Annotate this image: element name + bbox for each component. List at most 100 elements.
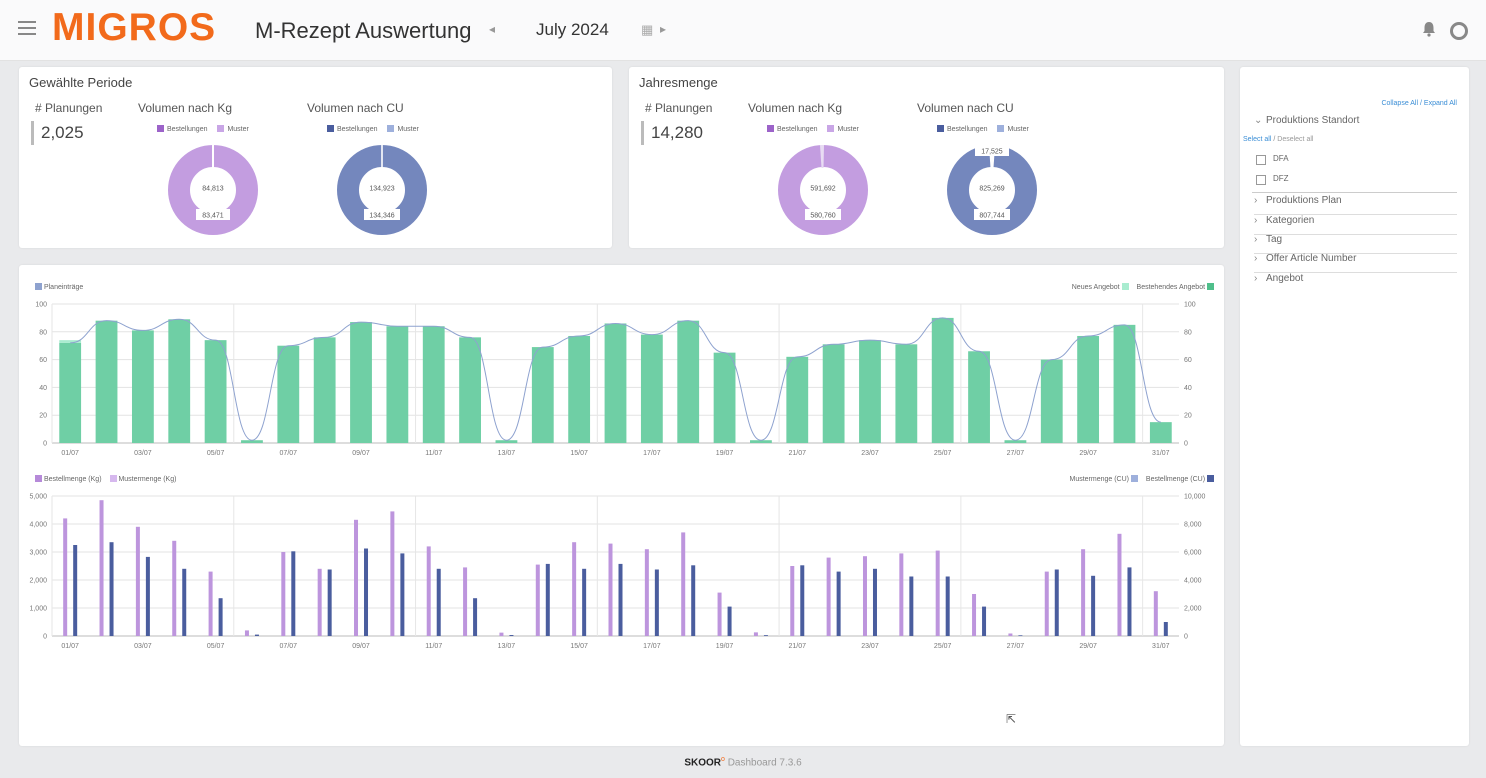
bar-bestehendes-angebot — [968, 351, 990, 443]
section-angebot[interactable]: › Angebot — [1254, 273, 1457, 292]
x-tick-label: 13/07 — [498, 643, 516, 650]
legend-label: Bestellungen — [777, 126, 818, 133]
x-tick-label: 19/07 — [716, 450, 734, 457]
select-links: Select all / Deselect all — [1243, 136, 1313, 143]
bar-bestehendes-angebot — [313, 337, 336, 443]
footer-brand-mark: o — [721, 756, 725, 763]
next-period-icon[interactable]: ▸ — [660, 22, 666, 36]
section-tag[interactable]: › Tag — [1254, 234, 1457, 254]
donut-segment-muster — [381, 145, 383, 168]
bar-bestehendes-angebot — [1113, 324, 1136, 443]
x-tick-label: 11/07 — [425, 450, 442, 457]
section-offer-article-number[interactable]: › Offer Article Number — [1254, 253, 1457, 273]
bar-bestellmenge-cu — [327, 569, 332, 636]
bar-bestellmenge-kg — [390, 511, 395, 636]
bar-bestellmenge-cu — [364, 548, 369, 636]
checkbox-dfz[interactable] — [1256, 175, 1266, 185]
bar-bestellmenge-kg — [1044, 571, 1049, 636]
notification-bell-icon[interactable] — [1421, 21, 1437, 37]
bar-bestellmenge-cu — [436, 568, 441, 636]
donut-inner-label: 84,813 — [202, 186, 224, 193]
mouse-cursor-icon: ⇱ — [1006, 712, 1017, 726]
bar-bestehendes-angebot — [713, 352, 736, 443]
x-tick-label: 29/07 — [1079, 450, 1097, 457]
legend-label: Muster — [1007, 126, 1029, 133]
y-tick-label-right: 2,000 — [1184, 606, 1202, 613]
bar-bestellmenge-kg — [717, 592, 722, 636]
bar-bestehendes-angebot — [1077, 335, 1100, 443]
link-separator: / — [1420, 100, 1422, 107]
x-tick-label: 19/07 — [716, 643, 734, 650]
bar-bestellmenge-kg — [426, 546, 431, 636]
chevron-right-icon: › — [1254, 195, 1258, 206]
chevron-right-icon: › — [1254, 253, 1258, 264]
donut-segment-muster — [212, 145, 214, 168]
section-kategorien[interactable]: › Kategorien — [1254, 215, 1457, 235]
previous-period-icon[interactable]: ◂ — [489, 22, 495, 36]
x-tick-label: 13/07 — [498, 450, 516, 457]
angebot-legend: Neues Angebot Bestehendes Angebot — [1072, 283, 1214, 291]
bar-bestellmenge-cu — [73, 545, 78, 636]
bar-bestellmenge-cu — [545, 563, 550, 636]
cu-donut-chart: 134,923 134,346 — [337, 145, 427, 235]
section-produktions-plan[interactable]: › Produktions Plan — [1254, 195, 1457, 215]
footer-product: Dashboard — [727, 757, 777, 769]
bar-bestellmenge-cu — [145, 556, 150, 636]
user-status-icon[interactable] — [1450, 22, 1468, 40]
x-tick-label: 05/07 — [207, 643, 225, 650]
period-selector[interactable]: July 2024 — [536, 20, 609, 40]
y-tick-label: 3,000 — [29, 550, 47, 557]
bar-bestehendes-angebot — [59, 342, 82, 443]
calendar-icon[interactable]: ▦ — [641, 22, 653, 38]
bar-bestehendes-angebot — [895, 344, 918, 443]
bar-bestellmenge-kg — [753, 632, 758, 636]
section-divider — [1252, 192, 1457, 193]
legend-swatch-muster — [217, 125, 225, 132]
kg-legend: Bestellungen Muster — [157, 125, 257, 133]
deselect-all-link[interactable]: Deselect all — [1277, 136, 1313, 143]
x-tick-label: 07/07 — [280, 643, 298, 650]
y-tick-label-right: 10,000 — [1184, 494, 1206, 501]
x-tick-label: 15/07 — [570, 643, 588, 650]
bar-bestellmenge-cu — [1127, 567, 1132, 636]
collapse-all-link[interactable]: Collapse All — [1381, 100, 1418, 107]
footer: SKOORo Dashboard 7.3.6 — [0, 756, 1486, 768]
year-card-title: Jahresmenge — [639, 75, 718, 90]
section-label: Produktions Plan — [1266, 195, 1342, 206]
y-tick-label: 1,000 — [29, 606, 47, 613]
section-label: Angebot — [1266, 273, 1304, 284]
bar-bestellmenge-cu — [109, 542, 114, 636]
bar-bestellmenge-kg — [681, 532, 686, 636]
bar-bestellmenge-kg — [535, 564, 540, 636]
checkbox-dfa[interactable] — [1256, 155, 1266, 165]
hamburger-menu-icon[interactable] — [18, 21, 36, 35]
daily-charts-card: Planeinträge Neues Angebot Bestehendes A… — [19, 265, 1224, 746]
bar-bestellmenge-kg — [208, 571, 213, 636]
bar-bestehendes-angebot — [459, 337, 481, 443]
cu-legend: Bestellungen Muster — [327, 125, 427, 133]
kg-donut-chart: 84,813 83,471 — [168, 145, 258, 235]
bar-bestellmenge-cu — [872, 568, 877, 636]
section-produktions-standort[interactable]: ⌄ Produktions Standort — [1254, 115, 1457, 134]
x-tick-label: 01/07 — [61, 643, 79, 650]
y-tick-label-right: 6,000 — [1184, 550, 1202, 557]
donut-outer-label: 580,760 — [810, 213, 835, 220]
donut-inner-label: 591,692 — [810, 186, 835, 193]
kg-volume-title: Volumen nach Kg — [748, 101, 843, 115]
bar-bestehendes-angebot — [277, 345, 300, 443]
legend-swatch-muster — [387, 125, 395, 132]
select-all-link[interactable]: Select all — [1243, 136, 1271, 143]
expand-all-link[interactable]: Expand All — [1424, 100, 1457, 107]
planungen-value: 2,025 — [41, 123, 84, 142]
bar-bestellmenge-kg — [644, 549, 649, 636]
bar-bestehendes-angebot — [95, 320, 118, 443]
chevron-right-icon: › — [1254, 215, 1258, 226]
x-tick-label: 23/07 — [861, 450, 879, 457]
bar-bestellmenge-cu — [800, 565, 805, 636]
bar-bestellmenge-cu — [909, 576, 914, 636]
kg-legend: Bestellungen Muster — [767, 125, 867, 133]
x-tick-label: 27/07 — [1007, 643, 1025, 650]
chevron-down-icon: ⌄ — [1254, 115, 1263, 126]
legend-label: Bestehendes Angebot — [1136, 284, 1206, 291]
bar-bestellmenge-cu — [618, 563, 623, 636]
